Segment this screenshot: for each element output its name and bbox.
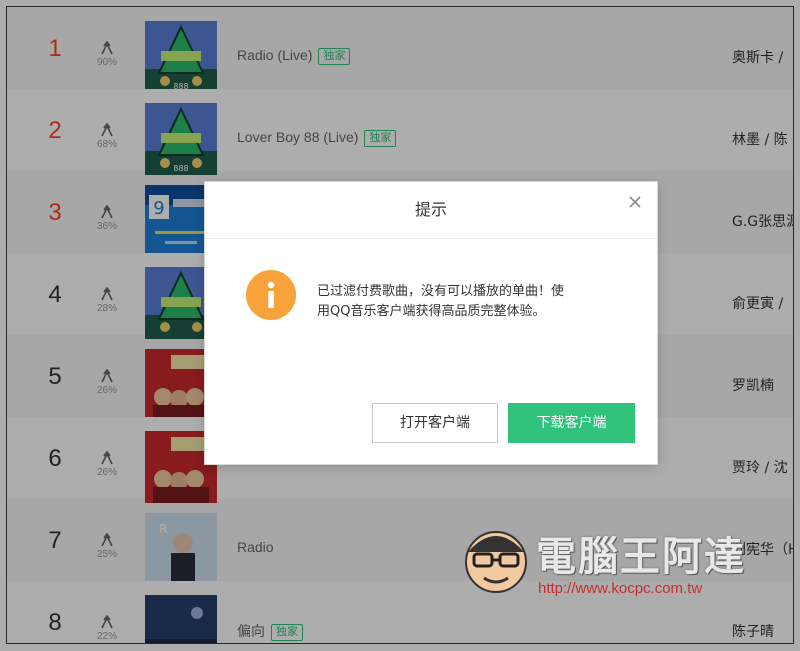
watermark-brand: 電腦王阿達 [536, 534, 746, 580]
dialog-title: 提示 [205, 182, 657, 239]
info-icon [246, 270, 296, 320]
paid-song-dialog: 提示 已过滤付费歌曲，没有可以播放的单曲！使用QQ音乐客户端获得高品质完整体验。… [204, 181, 658, 465]
mascot-face-icon [465, 531, 527, 593]
dialog-message: 已过滤付费歌曲，没有可以播放的单曲！使用QQ音乐客户端获得高品质完整体验。 [317, 284, 565, 319]
close-icon[interactable] [625, 192, 645, 212]
site-watermark: 電腦王阿達 http://www.kocpc.com.tw [458, 518, 758, 608]
watermark-url: http://www.kocpc.com.tw [538, 580, 703, 597]
open-client-button[interactable]: 打开客户端 [372, 403, 498, 443]
download-client-button[interactable]: 下载客户端 [508, 403, 635, 443]
